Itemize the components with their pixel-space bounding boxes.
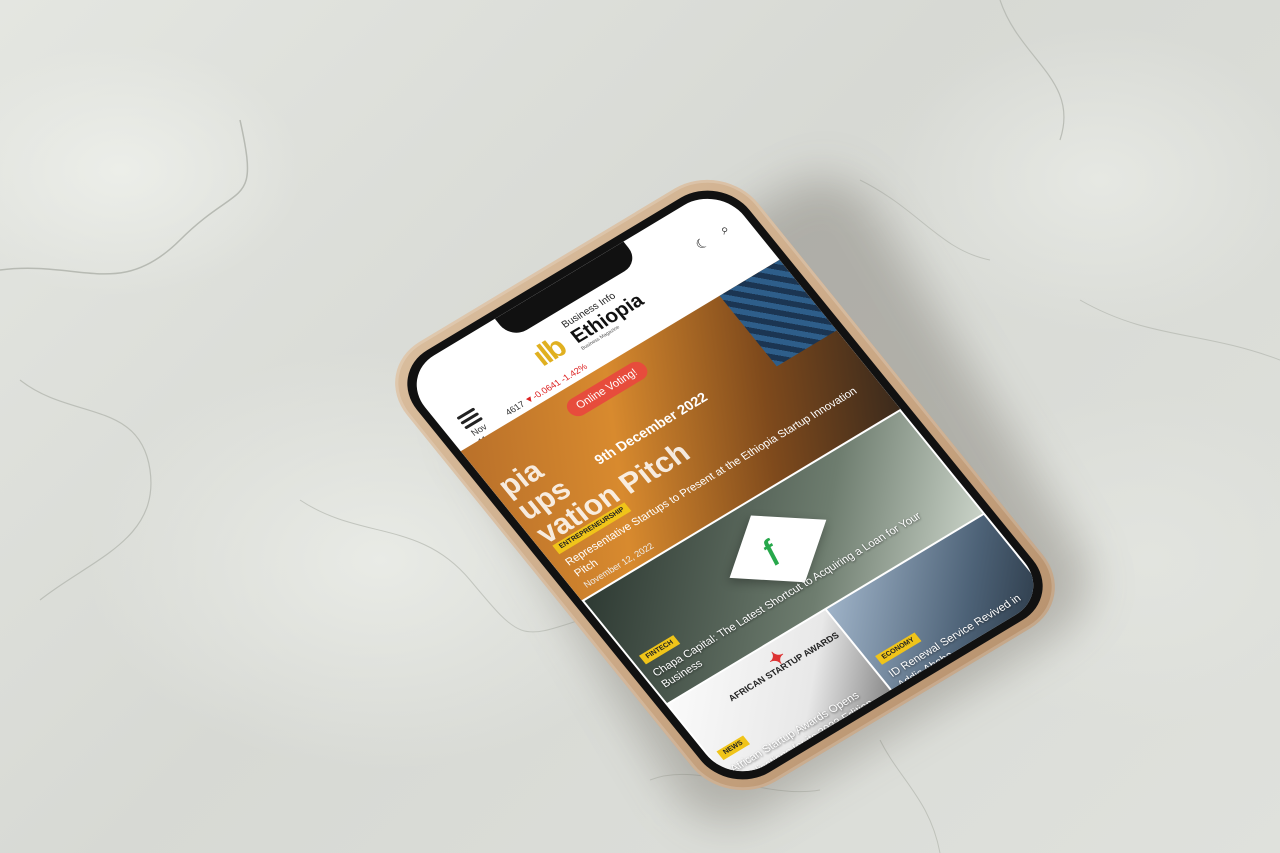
search-icon[interactable]: ⌕ xyxy=(716,221,734,238)
logo-mark: ılb xyxy=(526,331,573,373)
dark-mode-moon-icon[interactable]: ☾ xyxy=(692,234,714,254)
